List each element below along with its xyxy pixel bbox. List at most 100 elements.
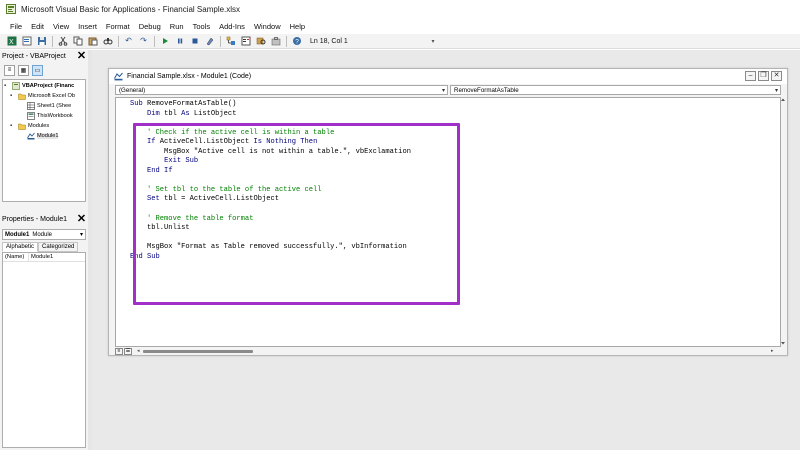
procedure-combo[interactable]: RemoveFormatAsTable ▾ <box>450 85 781 95</box>
find-icon[interactable] <box>102 36 113 47</box>
project-pane-toolbar: ≡ ▦ ▭ <box>0 63 88 77</box>
view-code-icon[interactable]: ≡ <box>4 64 15 76</box>
properties-tabs: Alphabetic Categorized <box>2 242 86 252</box>
run-icon[interactable] <box>159 36 170 47</box>
code-line[interactable]: ​ <box>130 234 411 244</box>
menu-debug[interactable]: Debug <box>139 22 161 31</box>
object-selector[interactable]: Module1 Module ▾ <box>2 229 86 240</box>
code-line[interactable]: Exit Sub <box>130 157 411 167</box>
code-line[interactable]: If ActiveCell.ListObject Is Nothing Then <box>130 138 411 148</box>
undo-icon[interactable]: ↶ <box>123 36 134 47</box>
code-text-segment <box>130 195 147 203</box>
menu-view[interactable]: View <box>53 22 69 31</box>
procedure-combo-value: RemoveFormatAsTable <box>454 86 519 94</box>
code-editor[interactable]: Sub RemoveFormatAsTable() Dim tbl As Lis… <box>115 97 781 347</box>
horizontal-scrollbar[interactable]: ≡ ☰ ◂ ▸ <box>115 347 781 356</box>
redo-icon[interactable]: ↷ <box>138 36 149 47</box>
chevron-down-icon[interactable]: ▾ <box>80 231 83 238</box>
property-row[interactable]: (Name) Module1 <box>3 253 85 262</box>
code-keyword: Set <box>147 195 160 204</box>
scroll-left-icon[interactable]: ◂ <box>137 348 140 354</box>
code-keyword: End If <box>147 166 173 175</box>
properties-window-icon[interactable] <box>240 36 251 47</box>
tree-node-sheet1[interactable]: Sheet1 (Shee <box>26 101 71 111</box>
collapse-icon[interactable]: ▪ <box>10 93 17 99</box>
scroll-right-icon[interactable]: ▸ <box>771 348 774 354</box>
tree-node-modules[interactable]: ▪ Modules <box>10 121 49 131</box>
tree-node-module1[interactable]: Module1 <box>26 131 59 141</box>
tab-categorized[interactable]: Categorized <box>38 242 79 252</box>
vertical-scrollbar[interactable] <box>779 97 787 347</box>
tree-node-thisworkbook[interactable]: ThisWorkbook <box>26 111 73 121</box>
code-line[interactable]: MsgBox "Format as Table removed successf… <box>130 243 411 253</box>
collapse-icon[interactable]: ▪ <box>4 83 11 89</box>
code-line[interactable]: ' Set tbl to the table of the active cel… <box>130 186 411 196</box>
code-line[interactable]: tbl.Unlist <box>130 224 411 234</box>
restore-icon[interactable]: ❐ <box>758 71 769 81</box>
code-window-title: Financial Sample.xlsx - Module1 (Code) <box>127 73 252 80</box>
menu-format[interactable]: Format <box>106 22 130 31</box>
close-properties-pane-icon[interactable]: ✕ <box>76 213 87 225</box>
code-keyword: Exit Sub <box>164 157 199 166</box>
menu-window[interactable]: Window <box>254 22 281 31</box>
object-selector-name: Module1 <box>5 231 30 238</box>
code-line[interactable]: ' Check if the active cell is within a t… <box>130 129 411 139</box>
code-line[interactable]: Dim tbl As ListObject <box>130 110 411 120</box>
code-keyword: Dim <box>147 109 160 118</box>
project-tree: ▪ VBAProject (Financ ▪ Microsoft Excel O… <box>2 79 86 202</box>
code-line[interactable]: ​ <box>130 176 411 186</box>
code-line[interactable]: ' Remove the table format <box>130 215 411 225</box>
toolbar-separator <box>154 35 155 47</box>
toggle-folders-icon[interactable]: ▭ <box>32 64 43 76</box>
code-line[interactable]: End Sub <box>130 253 411 263</box>
vba-project-icon <box>11 82 20 90</box>
menu-file[interactable]: File <box>10 22 22 31</box>
code-line[interactable]: ​ <box>130 119 411 129</box>
chevron-down-icon[interactable]: ▾ <box>442 87 445 94</box>
minimize-icon[interactable]: – <box>745 71 756 81</box>
object-browser-icon[interactable] <box>255 36 266 47</box>
code-window-titlebar[interactable]: Financial Sample.xlsx - Module1 (Code) –… <box>109 69 787 84</box>
horizontal-scroll-thumb[interactable] <box>143 350 253 353</box>
view-excel-icon[interactable]: X <box>6 36 17 47</box>
code-line[interactable]: End If <box>130 167 411 177</box>
save-icon[interactable] <box>36 36 47 47</box>
full-module-view-icon[interactable]: ☰ <box>124 348 132 355</box>
code-text-segment <box>130 157 164 165</box>
collapse-icon[interactable]: ▪ <box>10 123 17 129</box>
design-mode-icon[interactable] <box>204 36 215 47</box>
code-line[interactable]: ​ <box>130 205 411 215</box>
menu-help[interactable]: Help <box>290 22 305 31</box>
tree-node-excel-objects[interactable]: ▪ Microsoft Excel Ob <box>10 91 75 101</box>
code-text-segment <box>130 110 147 118</box>
object-combo[interactable]: (General) ▾ <box>115 85 448 95</box>
break-icon[interactable] <box>174 36 185 47</box>
code-text[interactable]: Sub RemoveFormatAsTable() Dim tbl As Lis… <box>130 100 411 262</box>
view-object-icon[interactable]: ▦ <box>18 64 29 76</box>
paste-icon[interactable] <box>87 36 98 47</box>
copy-icon[interactable] <box>72 36 83 47</box>
property-value[interactable]: Module1 <box>29 254 53 260</box>
menu-add-ins[interactable]: Add-Ins <box>219 22 245 31</box>
reset-icon[interactable] <box>189 36 200 47</box>
toolbox-icon[interactable] <box>270 36 281 47</box>
tab-alphabetic[interactable]: Alphabetic <box>2 242 39 252</box>
help-icon[interactable]: ? <box>291 36 302 47</box>
cursor-position: Ln 18, Col 1 <box>310 37 348 45</box>
menu-run[interactable]: Run <box>170 22 184 31</box>
menu-insert[interactable]: Insert <box>78 22 97 31</box>
menu-edit[interactable]: Edit <box>31 22 44 31</box>
code-line[interactable]: MsgBox "Active cell is not within a tabl… <box>130 148 411 158</box>
project-explorer-icon[interactable] <box>225 36 236 47</box>
cut-icon[interactable] <box>57 36 68 47</box>
close-project-pane-icon[interactable]: ✕ <box>76 50 87 62</box>
procedure-view-icon[interactable]: ≡ <box>115 348 123 355</box>
code-line[interactable]: Sub RemoveFormatAsTable() <box>130 100 411 110</box>
chevron-down-icon[interactable]: ▾ <box>775 87 778 94</box>
code-line[interactable]: Set tbl = ActiveCell.ListObject <box>130 195 411 205</box>
menu-tools[interactable]: Tools <box>193 22 211 31</box>
tree-node-vbaproject[interactable]: ▪ VBAProject (Financ <box>4 81 74 91</box>
close-icon[interactable]: ✕ <box>771 71 782 81</box>
toolbar-overflow-icon[interactable]: ▾ <box>428 36 438 46</box>
insert-module-icon[interactable] <box>21 36 32 47</box>
